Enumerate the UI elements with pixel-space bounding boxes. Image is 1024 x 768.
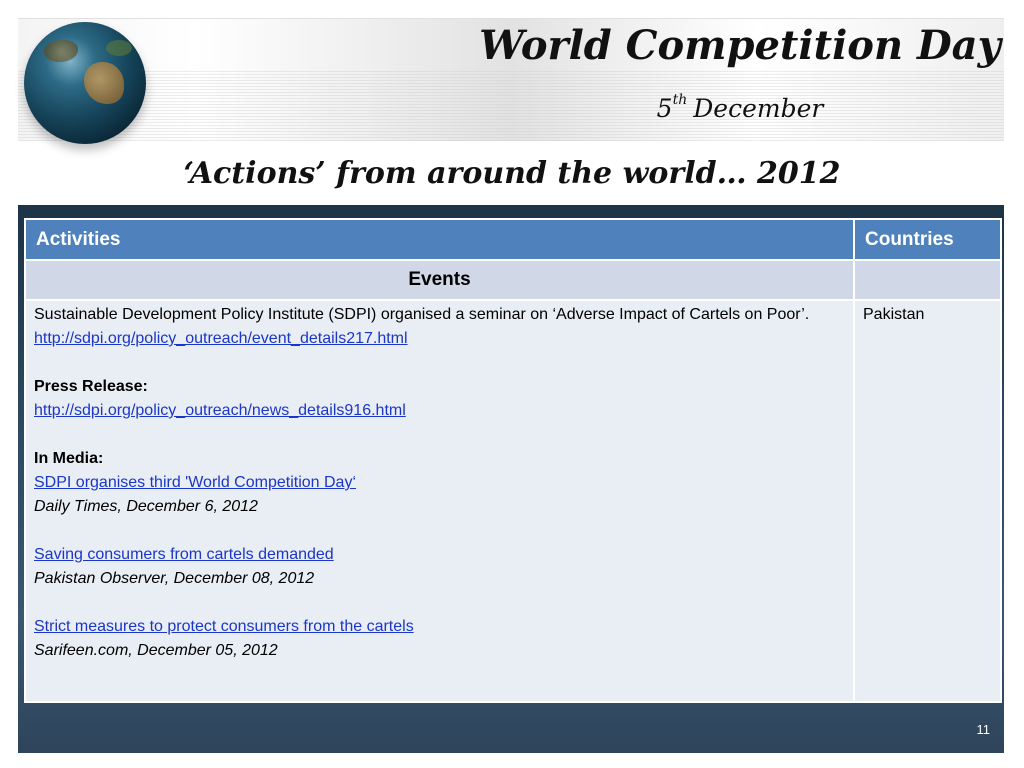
globe-icon — [24, 22, 146, 144]
date-suffix: th — [672, 92, 688, 108]
media-link[interactable]: Strict measures to protect consumers fro… — [34, 618, 414, 635]
press-link[interactable]: http://sdpi.org/policy_outreach/news_det… — [34, 402, 406, 419]
page-number: 11 — [976, 722, 991, 737]
slide-subtitle: ‘Actions’ from around the world… 2012 — [183, 156, 841, 191]
activities-table: Activities Countries Events Sustainable … — [24, 218, 1002, 703]
media-source: Daily Times, December 6, 2012 — [34, 498, 258, 515]
intro-block: Sustainable Development Policy Institute… — [34, 303, 843, 351]
intro-text: Sustainable Development Policy Institute… — [34, 306, 810, 323]
slide-date: 5th December — [620, 80, 860, 129]
media-link[interactable]: SDPI organises third 'World Competition … — [34, 474, 356, 491]
media-label: In Media: — [34, 450, 104, 467]
intro-link[interactable]: http://sdpi.org/policy_outreach/event_de… — [34, 330, 408, 347]
press-label: Press Release: — [34, 378, 148, 395]
table-row: Sustainable Development Policy Institute… — [24, 299, 1002, 703]
country-cell: Pakistan — [853, 299, 1002, 703]
slide-title: World Competition Day — [479, 22, 1001, 69]
globe-landmass — [106, 40, 132, 56]
globe-landmass — [84, 62, 124, 104]
media-block: In Media: SDPI organises third 'World Co… — [34, 447, 843, 519]
section-label-events: Events — [24, 259, 855, 301]
globe-landmass — [44, 40, 78, 62]
section-empty-cell — [853, 259, 1002, 301]
media-block: Strict measures to protect consumers fro… — [34, 615, 843, 663]
table-header-row: Activities Countries — [24, 218, 1002, 261]
date-month: December — [693, 94, 824, 123]
media-block: Saving consumers from cartels demanded P… — [34, 543, 843, 591]
section-row-events: Events — [24, 259, 1002, 301]
media-link[interactable]: Saving consumers from cartels demanded — [34, 546, 334, 563]
activities-cell: Sustainable Development Policy Institute… — [24, 299, 855, 703]
column-header-countries: Countries — [853, 218, 1002, 261]
media-source: Pakistan Observer, December 08, 2012 — [34, 570, 315, 587]
media-source: Sarifeen.com, December 05, 2012 — [34, 642, 278, 659]
press-block: Press Release: http://sdpi.org/policy_ou… — [34, 375, 843, 423]
column-header-activities: Activities — [24, 218, 855, 261]
date-day: 5 — [656, 94, 673, 123]
